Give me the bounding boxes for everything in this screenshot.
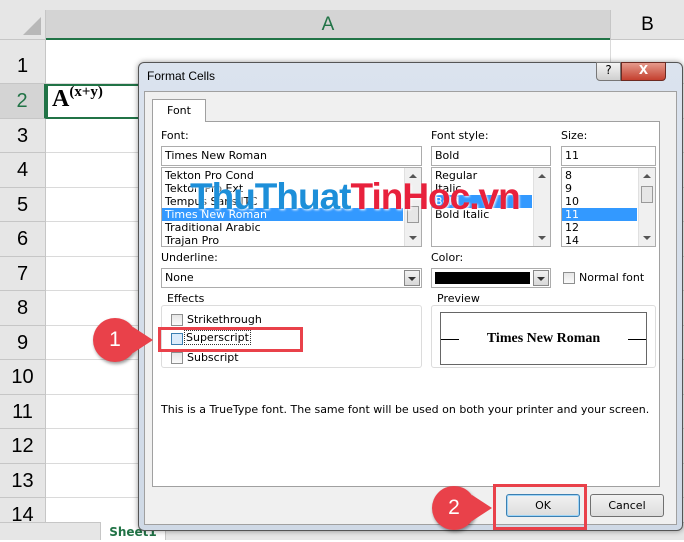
underline-select[interactable]: None	[161, 268, 422, 288]
help-button[interactable]: ?	[596, 62, 621, 81]
row-header-2[interactable]: 2	[0, 84, 46, 119]
color-select[interactable]	[431, 268, 551, 288]
callout-badge-2: 2	[432, 486, 492, 530]
font-label: Font:	[161, 129, 189, 142]
list-item[interactable]: 10	[562, 195, 637, 208]
chevron-down-icon[interactable]	[533, 270, 549, 286]
size-input[interactable]: 11	[561, 146, 656, 166]
subscript-label: Subscript	[187, 351, 239, 364]
font-input[interactable]: Times New Roman	[161, 146, 422, 166]
list-item[interactable]: Traditional Arabic	[162, 221, 403, 234]
font-style-input[interactable]: Bold	[431, 146, 551, 166]
size-list[interactable]: 8 9 10 11 12 14	[561, 167, 656, 247]
chevron-down-icon[interactable]	[404, 270, 420, 286]
size-list-scrollbar[interactable]	[638, 168, 655, 246]
row-header-7[interactable]: 7	[0, 256, 46, 291]
column-header-a[interactable]: A	[46, 10, 610, 40]
font-style-label: Font style:	[431, 129, 489, 142]
strikethrough-checkbox[interactable]	[171, 314, 183, 326]
cell-a2-content: A(x+y)	[52, 84, 103, 113]
normal-font-label: Normal font	[579, 271, 645, 284]
callout-highlight-ok	[493, 484, 587, 530]
row-header-13[interactable]: 13	[0, 463, 46, 498]
color-label: Color:	[431, 251, 464, 264]
callout-highlight-superscript	[158, 327, 303, 352]
preview-title: Preview	[435, 292, 482, 305]
watermark-logo: ThuThuatTinHoc.vn	[190, 176, 521, 217]
row-header-8[interactable]: 8	[0, 291, 46, 326]
font-style-scrollbar[interactable]	[533, 168, 550, 246]
subscript-checkbox[interactable]	[171, 352, 183, 364]
callout-badge-1: 1	[93, 318, 153, 362]
underline-label: Underline:	[161, 251, 218, 264]
row-header-4[interactable]: 4	[0, 153, 46, 188]
row-header-9[interactable]: 9	[0, 325, 46, 360]
underline-value: None	[165, 271, 194, 284]
format-cells-dialog: Format Cells ? X Font Font: Times New Ro…	[138, 62, 683, 531]
top-band	[0, 0, 684, 10]
tab-font[interactable]: Font	[152, 99, 206, 122]
row-header-5[interactable]: 5	[0, 187, 46, 222]
cell-base-text: A	[52, 86, 70, 112]
cell-superscript-text: (x+y)	[69, 84, 103, 100]
list-item[interactable]: 9	[562, 182, 637, 195]
row-header-1[interactable]: 1	[0, 40, 46, 84]
dialog-title: Format Cells	[147, 69, 216, 83]
row-header-11[interactable]: 11	[0, 394, 46, 429]
preview-box: Times New Roman	[440, 312, 647, 365]
strikethrough-label: Strikethrough	[187, 313, 262, 326]
color-swatch	[435, 272, 530, 284]
row-header-10[interactable]: 10	[0, 360, 46, 395]
size-label: Size:	[561, 129, 588, 142]
list-item[interactable]: Trajan Pro	[162, 234, 403, 246]
close-button[interactable]: X	[621, 62, 666, 81]
row-header-3[interactable]: 3	[0, 118, 46, 153]
list-item[interactable]: 12	[562, 221, 637, 234]
select-all-corner[interactable]	[0, 10, 46, 40]
normal-font-checkbox[interactable]	[563, 272, 575, 284]
effects-title: Effects	[165, 292, 207, 305]
cancel-button[interactable]: Cancel	[590, 494, 664, 517]
font-info-text: This is a TrueType font. The same font w…	[161, 403, 650, 416]
list-item[interactable]: 11	[562, 208, 637, 221]
list-item[interactable]: 8	[562, 169, 637, 182]
column-header-b[interactable]: B	[610, 10, 684, 40]
row-header-12[interactable]: 12	[0, 429, 46, 464]
row-header-6[interactable]: 6	[0, 222, 46, 257]
preview-text: Times New Roman	[486, 331, 601, 346]
list-item[interactable]: 14	[562, 234, 637, 246]
